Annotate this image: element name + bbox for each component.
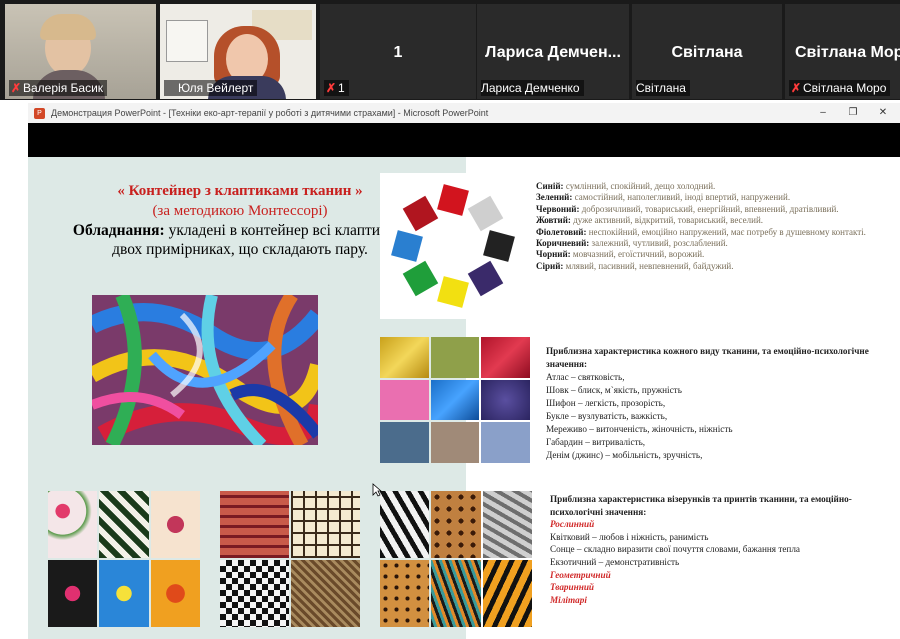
powerpoint-window: P Демонстрация PowerPoint - [Техніки еко-… — [28, 103, 900, 639]
fabric-swatch — [481, 379, 530, 421]
color-meanings-list: Синій: сумлінний, спокійний, дещо холодн… — [536, 181, 876, 272]
color-meaning-item: Сірий: млявий, пасивний, невпевнений, ба… — [536, 260, 734, 271]
participant-tile[interactable]: ✗ Валерія Басик — [5, 4, 156, 99]
fabric-line: Букле – вузлуватість, важкість, — [546, 411, 668, 421]
powerpoint-app-icon[interactable]: P — [34, 108, 45, 120]
pattern-category-floral: Рослинний — [550, 519, 595, 530]
participant-name-label: ✗ Світлана Моро — [789, 80, 891, 96]
muted-mic-icon: ✗ — [10, 81, 22, 95]
fabric-swatch — [430, 422, 480, 463]
color-meaning-item: Червоний: доброзичливий, товариський, ен… — [536, 203, 839, 214]
participant-display-name: Світлана Мор — [795, 44, 900, 61]
fabric-scraps-photo — [92, 295, 318, 445]
color-wheel-square — [483, 230, 515, 262]
pattern-swatch — [291, 560, 360, 627]
participant-display-name: Лариса Демчен... — [485, 44, 621, 61]
fabric-line: Шовк – блиск, м`якість, пружність — [546, 385, 682, 395]
color-meaning-item: Чорний: мовчазний, егоїстичний, ворожий. — [536, 249, 705, 260]
pattern-swatch — [291, 491, 360, 558]
fabric-line: Шифон – легкість, прозорість, — [546, 398, 666, 408]
presentation-slide[interactable]: « Контейнер з клаптиками тканин » (за ме… — [28, 157, 900, 639]
geometric-patterns-grid — [220, 491, 360, 627]
color-meaning-item: Жовтий: дуже активний, відкритий, товари… — [536, 215, 764, 226]
pattern-swatch — [482, 491, 532, 558]
participant-tile[interactable]: Лариса Демчен... Лариса Демченко — [477, 4, 629, 99]
fabric-title: Приблизна характеристика кожного виду тк… — [546, 346, 869, 369]
color-wheel-square — [437, 276, 469, 308]
pattern-swatch — [482, 560, 532, 627]
participant-name-label: ✗ 1 — [324, 80, 349, 96]
fabric-swatch — [380, 422, 429, 463]
participant-display-name: Світлана — [671, 44, 743, 61]
color-wheel-square — [391, 230, 423, 262]
pattern-line: Екзотичний – демонстративність — [550, 556, 680, 567]
participant-tile[interactable]: Світлана Мор ✗ Світлана Моро — [785, 4, 900, 99]
pattern-category-military: Мілітарі — [550, 594, 587, 605]
pattern-swatch — [99, 560, 149, 627]
color-wheel-square — [467, 260, 504, 297]
muted-mic-icon: ✗ — [790, 81, 802, 95]
participant-tile-active-speaker[interactable]: Юля Вейлерт — [160, 4, 316, 99]
pattern-swatch — [431, 491, 481, 558]
pattern-swatch — [48, 560, 98, 627]
restore-button[interactable]: ❐ — [838, 103, 868, 123]
participant-display-name: 1 — [393, 44, 403, 61]
muted-mic-icon: ✗ — [325, 81, 337, 95]
pattern-line: Квітковий – любов і ніжність, ранимість — [550, 531, 709, 542]
participant-tile[interactable]: 1 ✗ 1 — [320, 4, 476, 99]
fabric-line: Мереживо – витонченість, жіночність, ніж… — [546, 424, 733, 434]
color-wheel-square — [467, 195, 504, 232]
pattern-swatch — [380, 560, 430, 627]
participant-strip: ✗ Валерія Басик Юля Вейлерт 1 ✗ 1 Лариса Д… — [0, 0, 900, 100]
fabric-swatch — [481, 337, 530, 378]
fabric-line: Габардин – витривалість, — [546, 437, 646, 447]
fabric-swatch — [430, 379, 480, 421]
fabric-swatch — [430, 337, 480, 378]
minimize-button[interactable]: – — [808, 103, 838, 123]
pattern-swatch — [48, 491, 98, 558]
fabric-characteristics-text: Приблизна характеристика кожного виду тк… — [546, 345, 886, 462]
fabric-swatches-grid — [380, 337, 530, 463]
pattern-category-animal: Тваринний — [550, 582, 595, 593]
satin-swatch — [380, 337, 429, 378]
fabric-swatch — [380, 379, 429, 421]
presentation-toolbar-area — [28, 123, 900, 157]
color-wheel-image — [380, 173, 526, 319]
participant-name-label: Юля Вейлерт — [164, 80, 258, 96]
color-wheel-square — [437, 184, 469, 216]
window-titlebar[interactable]: P Демонстрация PowerPoint - [Техніки еко-… — [28, 103, 900, 124]
equipment-text: Обладнання: укладені в контейнер всі кла… — [72, 222, 408, 258]
fabric-swatch — [481, 422, 530, 463]
fabric-line: Атлас – святковість, — [546, 372, 625, 382]
color-meaning-item: Коричневий: залежний, чутливий, розслабл… — [536, 238, 728, 249]
floral-patterns-grid — [48, 491, 200, 627]
color-meaning-item: Зелений: самостійний, наполегливий, інод… — [536, 192, 791, 203]
pattern-swatch — [99, 491, 149, 558]
pattern-swatch — [380, 491, 430, 558]
window-title: Демонстрация PowerPoint - [Техніки еко-а… — [51, 108, 489, 118]
pattern-swatch — [150, 560, 200, 627]
pattern-category-geometric: Геометричний — [550, 569, 611, 580]
pattern-swatch — [220, 491, 289, 558]
pattern-swatch — [220, 560, 289, 627]
color-wheel-square — [402, 260, 439, 297]
pattern-swatch — [150, 491, 200, 558]
color-meaning-item: Фіолетовий: неспокійний, емоційно напруж… — [536, 226, 866, 237]
participant-name-label: Лариса Демченко — [481, 80, 584, 96]
pattern-characteristics-text: Приблизна характеристика візерунків та п… — [550, 493, 890, 606]
pattern-swatch — [431, 560, 481, 627]
close-button[interactable]: ✕ — [868, 103, 898, 123]
mouse-cursor-icon — [372, 483, 382, 497]
slide-heading: « Контейнер з клаптиками тканин » — [117, 183, 363, 199]
pattern-line: Сонце – складно виразити свої почуття сл… — [550, 544, 801, 555]
participant-name-label: Світлана — [636, 80, 690, 96]
participant-tile[interactable]: Світлана Світлана — [632, 4, 782, 99]
animal-patterns-grid — [380, 491, 532, 627]
pattern-title: Приблизна характеристика візерунків та п… — [550, 494, 852, 517]
color-meaning-item: Синій: сумлінний, спокійний, дещо холодн… — [536, 181, 716, 191]
fabric-line: Денім (джинс) – мобільність, зручність, — [546, 450, 703, 460]
color-wheel-square — [402, 195, 439, 232]
participant-name-label: ✗ Валерія Басик — [9, 80, 108, 96]
slide-subheading: (за методикою Монтессорі) — [152, 203, 328, 219]
